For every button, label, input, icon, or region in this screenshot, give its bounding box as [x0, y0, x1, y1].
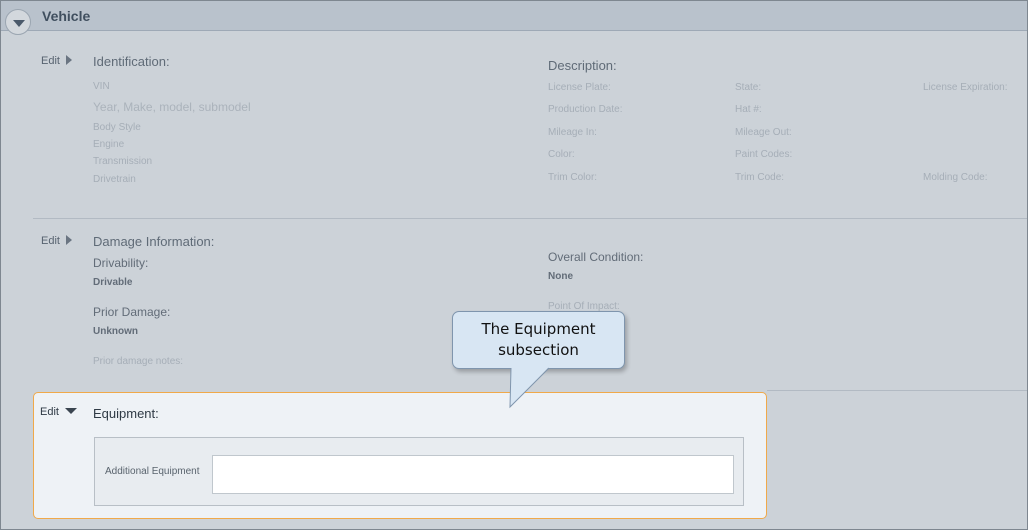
- prior-damage-notes-label: Prior damage notes:: [93, 356, 184, 367]
- section-title: Vehicle: [42, 8, 91, 24]
- hat-number-label: Hat #:: [735, 104, 762, 115]
- edit-label: Edit: [40, 406, 59, 418]
- prior-damage-value: Unknown: [93, 326, 138, 337]
- callout-line-2: subsection: [498, 341, 579, 359]
- drivability-label: Drivability:: [93, 256, 149, 270]
- body-style-label: Body Style: [93, 122, 141, 133]
- molding-code-label: Molding Code:: [923, 172, 988, 183]
- identification-title: Identification:: [93, 54, 170, 69]
- edit-label: Edit: [41, 235, 60, 247]
- prior-damage-label: Prior Damage:: [93, 305, 171, 319]
- drivetrain-label: Drivetrain: [93, 174, 136, 185]
- additional-equipment-label: Additional Equipment: [105, 466, 200, 477]
- section-divider: [33, 218, 1027, 219]
- vin-label: VIN: [93, 81, 110, 92]
- damage-title: Damage Information:: [93, 234, 215, 249]
- state-label: State:: [735, 82, 762, 93]
- section-header: [1, 1, 1027, 31]
- identification-edit-button[interactable]: Edit: [41, 55, 72, 67]
- license-expiration-label: License Expiration:: [923, 82, 1008, 93]
- mileage-out-label: Mileage Out:: [735, 127, 792, 138]
- chevron-down-icon: [13, 20, 25, 27]
- color-label: Color:: [548, 149, 575, 160]
- equipment-form: Additional Equipment: [94, 437, 744, 506]
- overall-condition-label: Overall Condition:: [548, 250, 644, 264]
- caret-right-icon: [65, 235, 72, 245]
- additional-equipment-input[interactable]: [212, 455, 734, 494]
- trim-color-label: Trim Color:: [548, 172, 598, 183]
- transmission-label: Transmission: [93, 156, 153, 167]
- drivability-value: Drivable: [93, 277, 133, 288]
- overall-condition-value: None: [548, 271, 573, 282]
- caret-down-icon: [64, 408, 77, 414]
- section-divider: [767, 390, 1027, 391]
- collapse-toggle-button[interactable]: [5, 9, 31, 35]
- equipment-edit-button[interactable]: Edit: [40, 406, 77, 418]
- equipment-subsection: Edit Equipment: Additional Equipment: [33, 392, 767, 519]
- callout-bubble: The Equipment subsection: [452, 311, 625, 369]
- trim-code-label: Trim Code:: [735, 172, 785, 183]
- damage-edit-button[interactable]: Edit: [41, 235, 72, 247]
- callout-pointer: [509, 367, 550, 409]
- equipment-title: Equipment:: [93, 406, 159, 421]
- caret-right-icon: [65, 55, 72, 65]
- license-plate-label: License Plate:: [548, 82, 611, 93]
- year-make-model-label: Year, Make, model, submodel: [93, 100, 251, 114]
- engine-label: Engine: [93, 139, 125, 150]
- callout-line-1: The Equipment: [481, 320, 596, 338]
- edit-label: Edit: [41, 55, 60, 67]
- production-date-label: Production Date:: [548, 104, 623, 115]
- paint-codes-label: Paint Codes:: [735, 149, 793, 160]
- mileage-in-label: Mileage In:: [548, 127, 597, 138]
- description-title: Description:: [548, 58, 617, 73]
- vehicle-panel: Vehicle Edit Identification: VIN Year, M…: [0, 0, 1028, 530]
